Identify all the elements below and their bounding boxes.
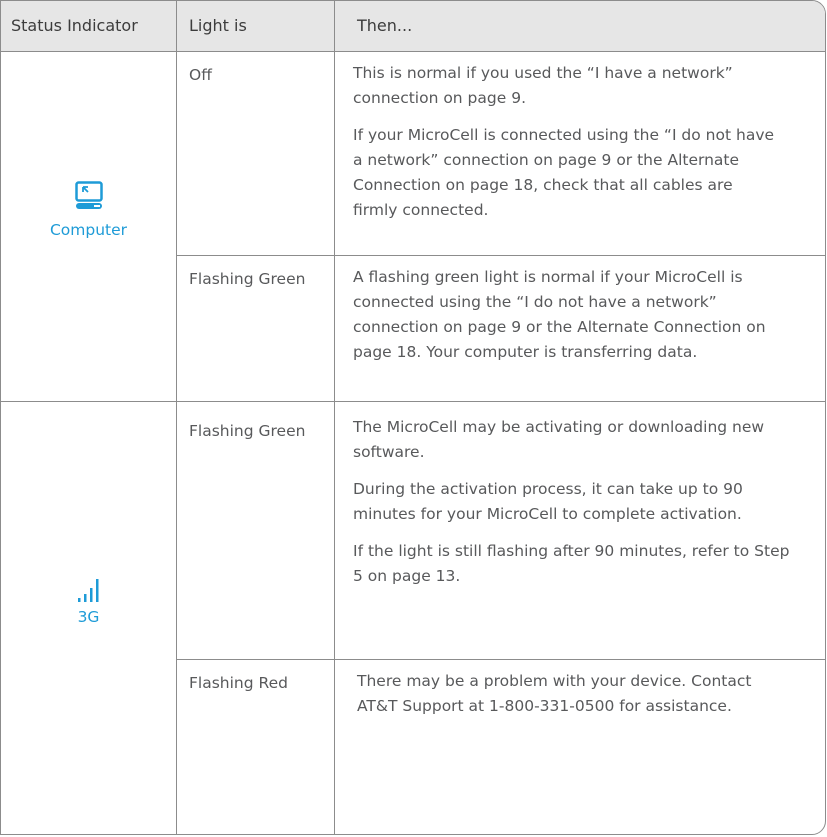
then-off: This is normal if you used the “I have a… [353,61,803,223]
row-divider [176,255,825,256]
then-3g-para-1: The MicroCell may be activating or downl… [353,418,765,461]
then-red-para-1: There may be a problem with your device.… [357,672,752,715]
header-then: Then... [357,16,413,35]
column-divider [176,1,177,834]
then-flashing-green-3g: The MicroCell may be activating or downl… [353,415,803,589]
computer-label: Computer [49,221,128,239]
then-3g-para-2: During the activation process, it can ta… [353,480,743,523]
table-header: Status Indicator Light is Then... [1,1,825,51]
then-flashing-green: A flashing green light is normal if your… [353,265,803,365]
row-divider [176,659,825,660]
computer-indicator: Computer [1,181,176,239]
computer-icon [74,181,103,209]
column-divider [334,1,335,834]
header-light-is: Light is [189,16,247,35]
then-3g-para-3: If the light is still flashing after 90 … [353,542,790,585]
light-flashing-green-3g: Flashing Green [189,422,306,440]
signal-bars-icon [77,579,98,602]
light-flashing-green: Flashing Green [189,270,306,288]
then-off-para-2: If your MicroCell is connected using the… [353,126,775,219]
light-flashing-red: Flashing Red [189,674,288,692]
row-divider [1,51,825,52]
light-off: Off [189,66,212,84]
3g-label: 3G [77,608,100,626]
3g-indicator: 3G [1,576,176,626]
row-divider [1,401,825,402]
then-off-para-1: This is normal if you used the “I have a… [353,64,733,107]
then-flashing-red: There may be a problem with your device.… [357,669,797,719]
header-status-indicator: Status Indicator [11,16,138,35]
then-flashing-green-para-1: A flashing green light is normal if your… [353,268,766,361]
troubleshooting-table: Status Indicator Light is Then... Comput… [0,0,826,835]
